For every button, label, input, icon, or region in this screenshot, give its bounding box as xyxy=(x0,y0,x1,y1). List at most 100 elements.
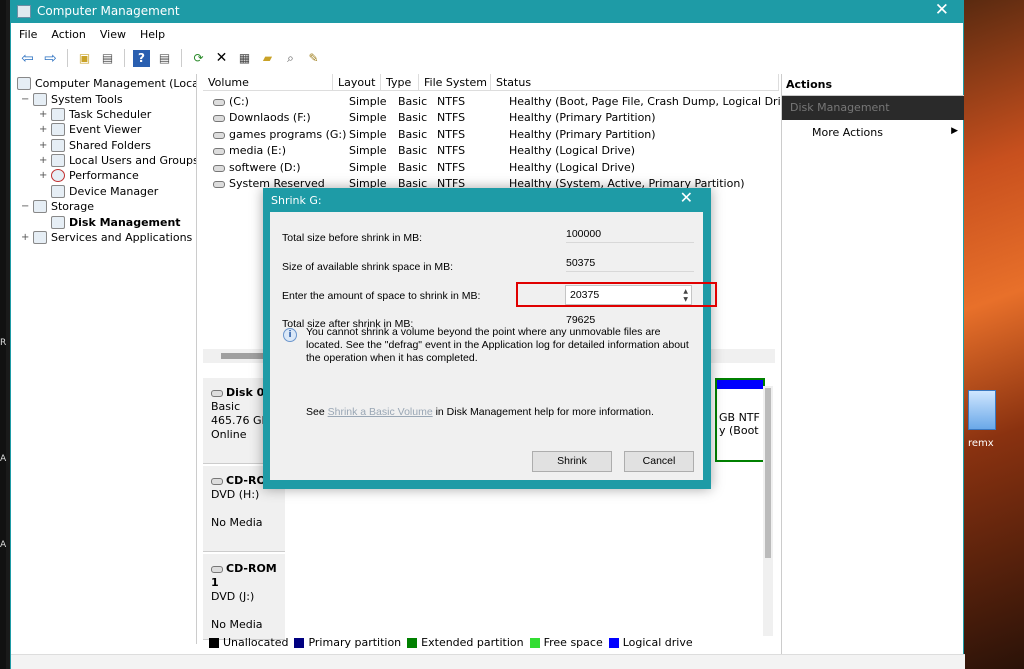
volume-cell[interactable]: Simple xyxy=(349,161,387,174)
legend-unallocated: Unallocated xyxy=(209,636,288,649)
volume-cell[interactable]: NTFS xyxy=(437,144,465,157)
legend-swatch xyxy=(294,637,305,648)
cancel-button[interactable]: Cancel xyxy=(624,451,694,472)
legend-swatch xyxy=(608,637,619,648)
tree-item-label: Performance xyxy=(69,169,139,182)
menu-file[interactable]: File xyxy=(19,28,37,41)
column-header-file-system[interactable]: File System xyxy=(419,74,491,91)
media-status: No Media xyxy=(211,516,263,529)
volume-cell[interactable]: Healthy (Primary Partition) xyxy=(509,128,656,141)
volume-cell[interactable]: Healthy (Boot, Page File, Crash Dump, Lo… xyxy=(509,95,798,108)
scrollbar-thumb[interactable] xyxy=(765,388,771,558)
title-bar[interactable]: Computer Management ✕ xyxy=(11,0,963,23)
column-header-layout[interactable]: Layout xyxy=(333,74,381,91)
volume-cell[interactable]: NTFS xyxy=(437,111,465,124)
volume-cell[interactable]: Basic xyxy=(398,111,427,124)
volume-name-cell[interactable]: games programs (G:) xyxy=(229,128,346,141)
up-folder-icon[interactable]: ▣ xyxy=(76,50,93,67)
open-icon[interactable]: ▰ xyxy=(259,50,276,67)
back-arrow-icon[interactable]: ⇦ xyxy=(19,49,36,67)
volume-cell[interactable]: Simple xyxy=(349,128,387,141)
volume-cell[interactable]: Simple xyxy=(349,95,387,108)
show-hide-tree-icon[interactable]: ▤ xyxy=(99,50,116,67)
expand-icon[interactable]: + xyxy=(39,155,51,166)
actions-selected-disk-management[interactable]: Disk Management xyxy=(782,96,964,120)
tree-item-local-users-groups[interactable]: + Local Users and Groups xyxy=(39,153,197,168)
volume-cell[interactable]: NTFS xyxy=(437,128,465,141)
edit-icon[interactable]: ✎ xyxy=(305,50,322,67)
menu-bar: File Action View Help xyxy=(11,23,963,45)
drive-letter: DVD (H:) xyxy=(211,488,260,501)
expand-icon[interactable]: + xyxy=(39,170,51,181)
dialog-close-button[interactable]: ✕ xyxy=(680,188,693,207)
volume-cell[interactable]: Healthy (Logical Drive) xyxy=(509,161,635,174)
volume-name-cell[interactable]: (C:) xyxy=(229,95,249,108)
menu-action[interactable]: Action xyxy=(51,28,85,41)
volume-cell[interactable]: NTFS xyxy=(437,161,465,174)
extended-partition-block[interactable]: GB NTF y (Boot xyxy=(715,378,765,462)
volume-name-cell[interactable]: softwere (D:) xyxy=(229,161,301,174)
tree-item-device-manager[interactable]: Device Manager xyxy=(51,184,158,199)
volume-cell[interactable]: Simple xyxy=(349,111,387,124)
collapse-icon[interactable]: − xyxy=(21,201,33,212)
disk-management-icon xyxy=(51,216,65,229)
close-window-button[interactable]: ✕ xyxy=(935,0,949,20)
tree-item-label: Disk Management xyxy=(69,216,181,229)
search-icon[interactable]: ⌕ xyxy=(282,50,299,67)
edge-letter: A xyxy=(0,454,7,464)
column-header-status[interactable]: Status xyxy=(491,74,779,91)
tree-item-task-scheduler[interactable]: + Task Scheduler xyxy=(39,107,151,122)
menu-view[interactable]: View xyxy=(100,28,126,41)
submenu-arrow-icon: ▶ xyxy=(951,126,958,136)
info-icon: i xyxy=(283,328,297,342)
volume-cell[interactable]: Healthy (Logical Drive) xyxy=(509,144,635,157)
value-underline xyxy=(566,271,694,272)
more-actions-item[interactable]: More Actions xyxy=(812,126,883,139)
column-header-volume[interactable]: Volume xyxy=(203,74,333,91)
volume-cell[interactable]: Simple xyxy=(349,144,387,157)
volume-name-cell[interactable]: Downlaods (F:) xyxy=(229,111,311,124)
volume-cell[interactable]: NTFS xyxy=(437,95,465,108)
actions-header: Actions xyxy=(782,74,964,96)
volume-cell[interactable]: Healthy (Primary Partition) xyxy=(509,111,656,124)
tree-item-event-viewer[interactable]: + Event Viewer xyxy=(39,122,141,137)
vertical-scrollbar[interactable] xyxy=(763,386,773,636)
tree-item-disk-management[interactable]: Disk Management xyxy=(51,215,181,230)
expand-icon[interactable]: + xyxy=(39,140,51,151)
help-icon[interactable]: ? xyxy=(133,49,150,67)
tree-item-performance[interactable]: + Performance xyxy=(39,168,139,183)
expand-icon[interactable]: + xyxy=(39,109,51,120)
tree-item-shared-folders[interactable]: + Shared Folders xyxy=(39,138,151,153)
refresh-icon[interactable]: ⟳ xyxy=(190,50,207,67)
cdrom-1-info[interactable]: CD-ROM 1 DVD (J:) No Media xyxy=(203,554,285,640)
tree-item-storage[interactable]: − Storage xyxy=(21,199,94,214)
collapse-icon[interactable]: − xyxy=(21,94,33,105)
tree-item-computer-management[interactable]: Computer Management (Local xyxy=(17,76,196,91)
menu-help[interactable]: Help xyxy=(140,28,165,41)
cdrom-icon xyxy=(211,565,223,573)
volume-cell[interactable]: Basic xyxy=(398,128,427,141)
expand-icon[interactable]: + xyxy=(21,232,33,243)
column-header-type[interactable]: Type xyxy=(381,74,419,91)
expand-icon[interactable]: + xyxy=(39,124,51,135)
help-line: See Shrink a Basic Volume in Disk Manage… xyxy=(306,406,654,418)
volume-cell[interactable]: Basic xyxy=(398,161,427,174)
volume-name-cell[interactable]: media (E:) xyxy=(229,144,286,157)
tree-item-label: Local Users and Groups xyxy=(69,154,197,167)
dialog-title: Shrink G: xyxy=(271,194,322,207)
volume-cell[interactable]: Basic xyxy=(398,95,427,108)
tree-item-services-applications[interactable]: + Services and Applications xyxy=(21,230,192,245)
window-title: Computer Management xyxy=(37,4,180,18)
desktop-icon-label[interactable]: remx xyxy=(968,438,994,449)
volume-cell[interactable]: Basic xyxy=(398,144,427,157)
logical-drive-bar xyxy=(717,380,763,389)
shrink-button[interactable]: Shrink xyxy=(532,451,612,472)
shrink-basic-volume-link[interactable]: Shrink a Basic Volume xyxy=(328,406,433,418)
tree-item-system-tools[interactable]: − System Tools xyxy=(21,92,123,107)
properties-icon[interactable]: ▤ xyxy=(156,50,173,67)
forward-arrow-icon[interactable]: ⇨ xyxy=(42,49,59,67)
disk-properties-icon[interactable]: ▦ xyxy=(236,50,253,67)
desktop-file-icon[interactable] xyxy=(968,390,996,430)
delete-icon[interactable]: ✕ xyxy=(213,50,230,67)
